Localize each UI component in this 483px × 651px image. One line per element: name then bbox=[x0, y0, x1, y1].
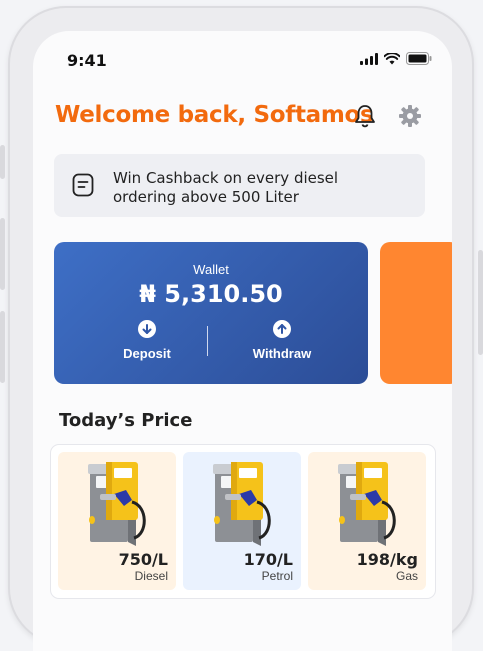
fuel-pump-icon bbox=[213, 462, 271, 546]
price-list: 750/L Diesel 170/L Petrol 198/kg Gas bbox=[50, 444, 436, 599]
price-card-petrol[interactable]: 170/L Petrol bbox=[183, 452, 301, 590]
withdraw-label: Withdraw bbox=[252, 346, 312, 361]
arrow-down-icon bbox=[138, 320, 156, 338]
price-card-diesel[interactable]: 750/L Diesel bbox=[58, 452, 176, 590]
status-icons bbox=[360, 52, 432, 65]
welcome-title: Welcome back, Softamos bbox=[55, 102, 374, 128]
side-button-left-1 bbox=[0, 145, 5, 179]
wallet-divider bbox=[207, 326, 208, 356]
wallet-label: Wallet bbox=[193, 262, 229, 277]
price-value-gas: 198/kg bbox=[356, 550, 418, 569]
signal-icon bbox=[360, 52, 378, 65]
price-card-gas[interactable]: 198/kg Gas bbox=[308, 452, 426, 590]
price-name-petrol: Petrol bbox=[261, 569, 293, 583]
side-button-left-2 bbox=[0, 218, 5, 290]
promo-banner[interactable]: Win Cashback on every diesel ordering ab… bbox=[54, 154, 425, 217]
bell-icon[interactable] bbox=[354, 104, 376, 128]
promo-text: Win Cashback on every diesel ordering ab… bbox=[113, 169, 339, 206]
deposit-button[interactable]: Deposit bbox=[87, 320, 207, 361]
secondary-card[interactable] bbox=[380, 242, 452, 384]
price-value-diesel: 750/L bbox=[118, 550, 168, 569]
app-screen: 9:41 Welcome back, Softamos Win Cashback… bbox=[33, 31, 452, 651]
gear-icon[interactable] bbox=[399, 105, 421, 127]
arrow-up-icon bbox=[273, 320, 291, 338]
fuel-pump-icon bbox=[338, 462, 396, 546]
wifi-icon bbox=[384, 52, 400, 64]
wallet-balance: ₦ 5,310.50 bbox=[139, 280, 283, 308]
fuel-pump-icon bbox=[88, 462, 146, 546]
status-time: 9:41 bbox=[67, 51, 107, 70]
withdraw-button[interactable]: Withdraw bbox=[222, 320, 342, 361]
price-value-petrol: 170/L bbox=[243, 550, 293, 569]
todays-price-title: Today’s Price bbox=[59, 410, 193, 431]
deposit-label: Deposit bbox=[123, 346, 171, 361]
price-name-gas: Gas bbox=[395, 569, 418, 583]
document-icon bbox=[72, 173, 94, 197]
battery-icon bbox=[406, 52, 432, 65]
price-name-diesel: Diesel bbox=[134, 569, 168, 583]
wallet-card[interactable]: Wallet ₦ 5,310.50 Deposit Withdraw bbox=[54, 242, 368, 384]
side-button-right bbox=[478, 250, 483, 355]
side-button-left-3 bbox=[0, 311, 5, 383]
